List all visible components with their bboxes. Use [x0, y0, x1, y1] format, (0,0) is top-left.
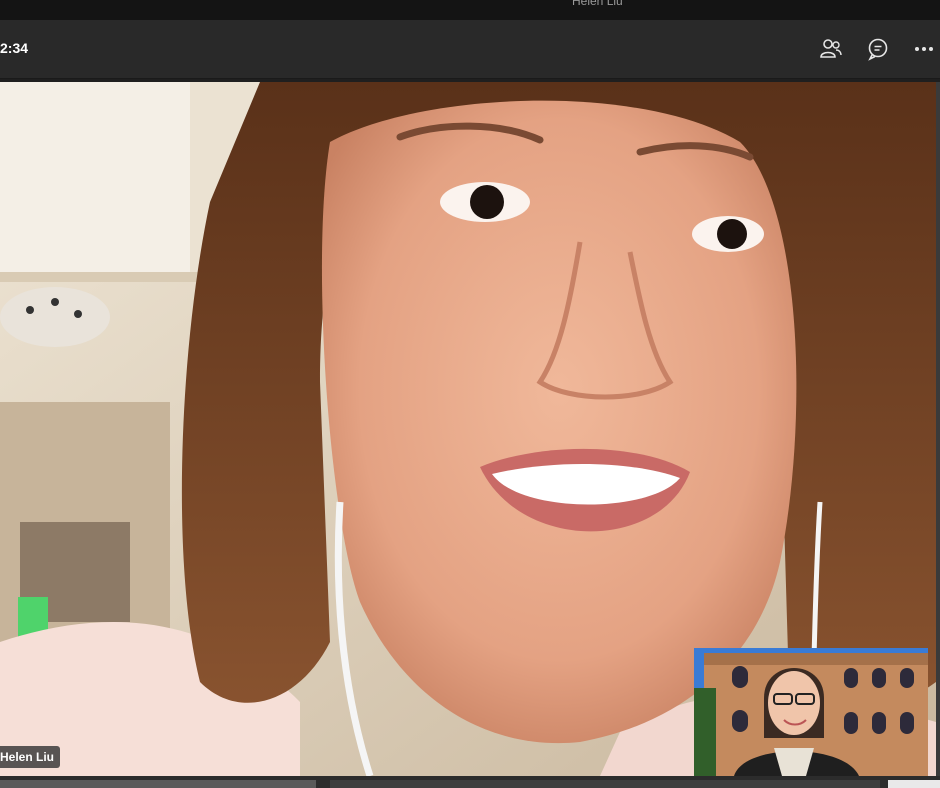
window-title-bar: Helen Liu: [0, 0, 940, 20]
more-options-icon: [915, 47, 933, 51]
chat-button[interactable]: [865, 36, 891, 62]
window-title: Helen Liu: [572, 0, 623, 8]
meeting-toolbar: 2:34: [0, 20, 940, 79]
people-icon: [820, 39, 842, 58]
self-view-image: [694, 648, 928, 776]
bottom-strip: [0, 776, 940, 788]
self-view-video[interactable]: [694, 648, 928, 776]
bottom-strip-segment: [888, 780, 940, 788]
more-options-button[interactable]: [911, 36, 937, 62]
chat-icon: [868, 38, 888, 61]
call-timer: 2:34: [0, 40, 29, 56]
bottom-strip-segment: [0, 780, 316, 788]
right-edge-rail: [936, 82, 940, 782]
participant-name-tag: Helen Liu: [0, 746, 61, 768]
participants-button[interactable]: [818, 36, 844, 62]
bottom-strip-segment: [330, 780, 880, 788]
